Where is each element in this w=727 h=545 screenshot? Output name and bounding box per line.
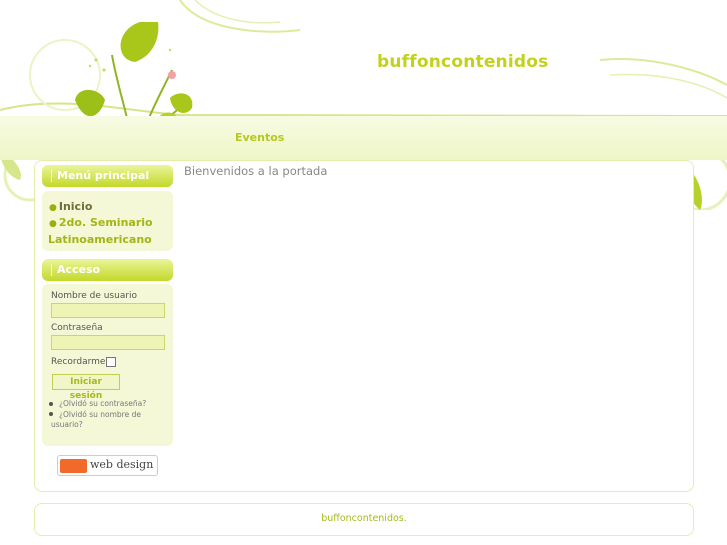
main-menu-title: Menú principal bbox=[42, 165, 173, 187]
footer: buffoncontenidos. bbox=[34, 503, 694, 536]
main-menu-title-label: Menú principal bbox=[57, 169, 150, 182]
login-module-title: Acceso bbox=[42, 259, 173, 281]
web-design-badge[interactable]: web design bbox=[57, 455, 158, 476]
bullet-icon: ● bbox=[49, 203, 57, 213]
menu-item-inicio-label: Inicio bbox=[58, 200, 93, 213]
forgot-password-link[interactable]: ¿Olvidó su contraseña? bbox=[59, 399, 146, 408]
title-divider bbox=[51, 264, 52, 276]
page-welcome-text: Bienvenidos a la portada bbox=[184, 164, 328, 178]
title-divider bbox=[51, 170, 52, 182]
badge-label: web design bbox=[90, 458, 154, 471]
nav-item-eventos[interactable]: Eventos bbox=[235, 131, 284, 144]
login-button[interactable]: Iniciar sesión bbox=[52, 374, 120, 401]
menu-item-seminario-label-1: 2do. Seminario bbox=[58, 216, 153, 229]
remember-label: Recordarme bbox=[51, 357, 106, 367]
forgot-username-link-line2[interactable]: usuario? bbox=[51, 420, 83, 429]
password-input[interactable] bbox=[51, 335, 165, 350]
username-input[interactable] bbox=[51, 303, 165, 318]
menu-item-seminario[interactable]: ● 2do. Seminario bbox=[49, 216, 153, 229]
site-title[interactable]: buffoncontenidos bbox=[377, 52, 548, 72]
login-module-title-label: Acceso bbox=[57, 263, 101, 276]
footer-text: buffoncontenidos. bbox=[321, 513, 407, 524]
bullet-icon bbox=[49, 402, 53, 406]
password-label: Contraseña bbox=[51, 323, 103, 333]
badge-logo-icon bbox=[60, 459, 87, 473]
bullet-icon: ● bbox=[49, 219, 57, 229]
menu-item-inicio[interactable]: ● Inicio bbox=[49, 200, 92, 213]
nav-bar bbox=[0, 116, 727, 160]
bullet-icon bbox=[49, 412, 53, 416]
username-label: Nombre de usuario bbox=[51, 291, 138, 301]
remember-checkbox[interactable] bbox=[106, 357, 116, 367]
menu-item-seminario-line2[interactable]: Latinoamericano bbox=[48, 233, 152, 246]
forgot-username-link[interactable]: ¿Olvidó su nombre de bbox=[59, 410, 141, 419]
